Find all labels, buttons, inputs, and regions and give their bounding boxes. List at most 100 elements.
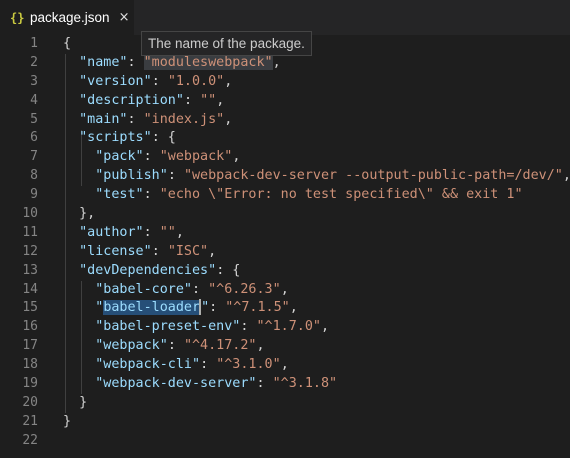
line-number: 13: [22, 262, 38, 278]
line-number-gutter: 1 2 3 4 5 6 7 8 9 10 11 12 13 14 15 16 1…: [0, 35, 56, 451]
colon: :: [143, 149, 160, 165]
tab-title: package.json: [30, 10, 110, 25]
line-number: 16: [22, 319, 38, 335]
hover-tooltip: The name of the package.: [141, 31, 312, 56]
json-string: "^7.1.5": [225, 300, 290, 316]
line-number: 3: [30, 73, 38, 89]
code-line: "author": "",: [63, 224, 570, 243]
line-number: 9: [30, 187, 38, 203]
code-line: "devDependencies": {: [63, 262, 570, 281]
code-line: },: [63, 205, 570, 224]
json-key: "test": [95, 187, 144, 203]
json-key: "webpack-cli": [95, 357, 201, 373]
json-key: "webpack-dev-server": [95, 376, 257, 392]
comma: ,: [224, 73, 233, 89]
brace: },: [79, 206, 96, 222]
object-open: : {: [216, 262, 241, 278]
comma: ,: [272, 54, 281, 70]
code-line: {: [63, 35, 570, 54]
colon: :: [240, 319, 257, 335]
comma: ,: [232, 149, 241, 165]
object-open: : {: [151, 130, 176, 146]
colon: :: [167, 168, 184, 184]
json-string: "webpack": [159, 149, 233, 165]
code-line: "version": "1.0.0",: [63, 73, 570, 92]
code-line: "test": "echo \"Error: no test specified…: [63, 186, 570, 205]
brace: {: [63, 36, 72, 51]
colon: :: [151, 243, 168, 259]
line-number: 21: [22, 413, 38, 429]
selected-text: babel-loader: [103, 300, 201, 316]
json-key: "publish": [95, 168, 168, 184]
json-string: "": [159, 224, 176, 240]
colon: :: [209, 300, 226, 316]
code-line: "webpack-dev-server": "^3.1.8": [63, 375, 570, 394]
close-icon[interactable]: ×: [119, 10, 130, 25]
colon: :: [167, 338, 184, 354]
line-number: 8: [30, 168, 38, 184]
colon: :: [143, 187, 160, 203]
json-key: "babel-preset-env": [95, 319, 241, 335]
comma: ,: [175, 224, 184, 240]
code-line: "babel-preset-env": "^1.7.0",: [63, 318, 570, 337]
code-lines[interactable]: { "name": "moduleswebpack", "version": "…: [63, 35, 570, 451]
line-number: 15: [22, 300, 38, 316]
code-line: "name": "moduleswebpack",: [63, 54, 570, 73]
tab-package-json[interactable]: {} package.json ×: [0, 0, 134, 35]
code-line: "publish": "webpack-dev-server --output-…: [63, 167, 570, 186]
json-file-icon: {}: [10, 10, 25, 25]
colon: :: [151, 73, 168, 89]
json-string: "echo \"Error: no test specified\" && ex…: [159, 187, 523, 203]
line-number: 4: [30, 92, 38, 108]
json-key: "devDependencies": [79, 262, 217, 278]
line-number: 10: [22, 206, 38, 222]
line-number: 1: [30, 36, 38, 51]
colon: :: [200, 357, 217, 373]
json-string: "ISC": [167, 243, 209, 259]
comma: ,: [216, 92, 225, 108]
code-line: "license": "ISC",: [63, 243, 570, 262]
json-key: "webpack": [95, 338, 168, 354]
json-string: "^4.17.2": [183, 338, 257, 354]
code-line: "pack": "webpack",: [63, 148, 570, 167]
editor-tab-bar: {} package.json ×: [0, 0, 570, 35]
code-line: }: [63, 413, 570, 432]
code-line: "webpack-cli": "^3.1.0",: [63, 356, 570, 375]
json-key-quote: ": [201, 300, 210, 316]
json-key: "scripts": [79, 130, 152, 146]
json-string: "^3.1.8": [272, 376, 338, 392]
line-number: 12: [22, 243, 38, 259]
line-number: 22: [22, 432, 38, 448]
colon: :: [143, 224, 160, 240]
json-string: "^1.7.0": [256, 319, 322, 335]
comma: ,: [280, 281, 289, 297]
json-string: "index.js": [143, 111, 225, 127]
json-string: "1.0.0": [167, 73, 225, 89]
json-key: "description": [79, 92, 184, 108]
brace: }: [79, 394, 88, 410]
code-line: "babel-loader": "^7.1.5",: [63, 299, 570, 318]
json-string: "": [200, 92, 217, 108]
code-line: "scripts": {: [63, 129, 570, 148]
colon: :: [192, 281, 209, 297]
line-number: 6: [30, 130, 38, 146]
comma: ,: [321, 319, 330, 335]
line-number: 17: [22, 338, 38, 354]
line-number: 14: [22, 281, 38, 297]
comma: ,: [256, 338, 265, 354]
json-key: "version": [79, 73, 152, 89]
colon: :: [127, 111, 144, 127]
json-key: "name": [79, 54, 128, 70]
line-number: 18: [22, 357, 38, 373]
colon: :: [183, 92, 201, 108]
code-editor[interactable]: 1 2 3 4 5 6 7 8 9 10 11 12 13 14 15 16 1…: [0, 35, 570, 458]
json-string: "^6.26.3": [208, 281, 281, 297]
code-line: "webpack": "^4.17.2",: [63, 337, 570, 356]
json-key: "pack": [95, 149, 144, 165]
json-key: "author": [79, 224, 144, 240]
json-string: "webpack-dev-server --output-public-path…: [183, 168, 563, 184]
colon: :: [127, 54, 144, 70]
colon: :: [256, 376, 273, 392]
line-number: 11: [22, 224, 38, 240]
